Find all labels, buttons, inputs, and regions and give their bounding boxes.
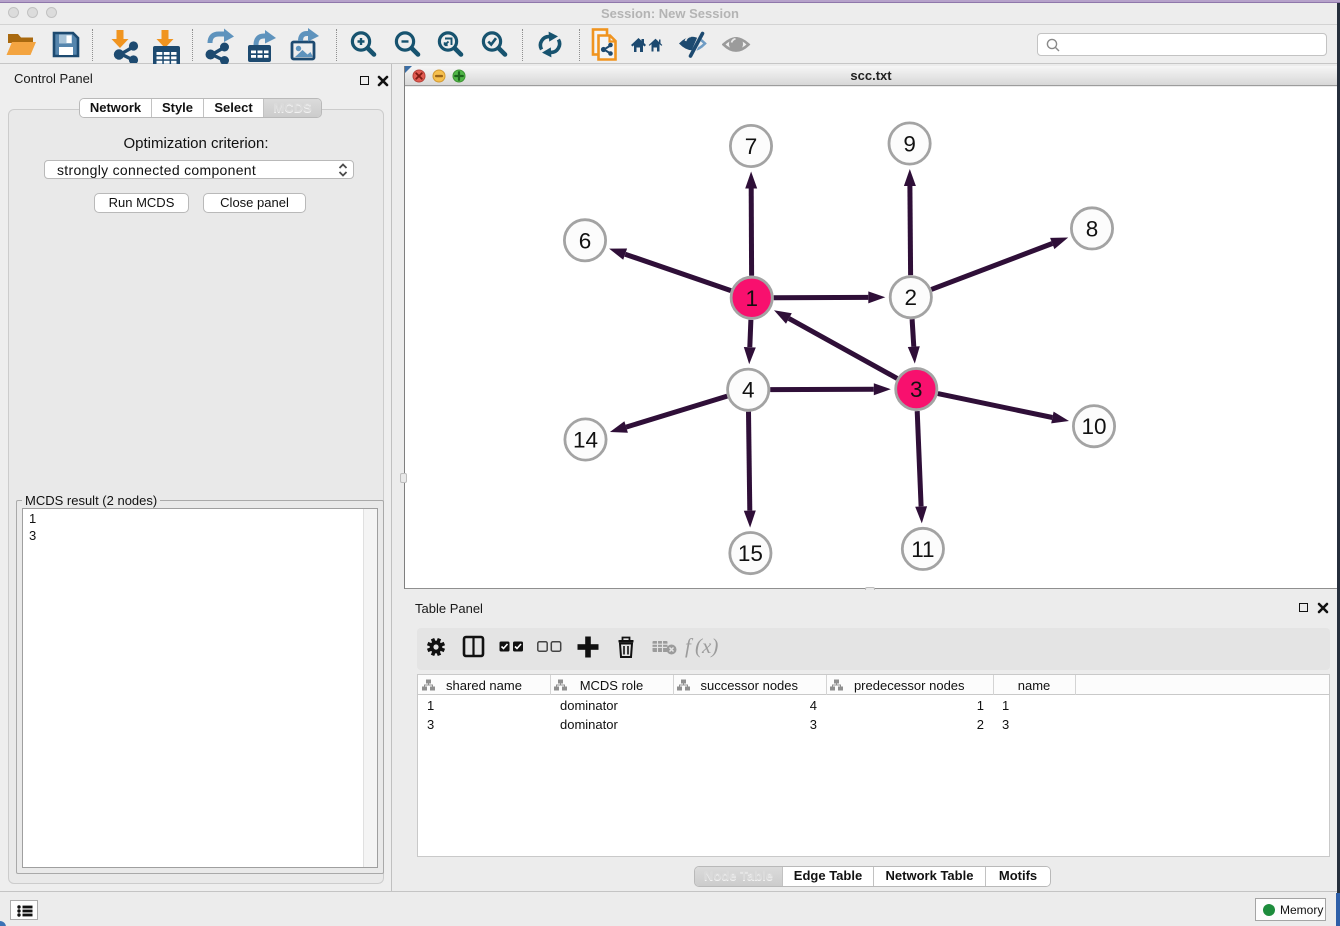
svg-text:7: 7 <box>745 134 758 159</box>
svg-text:14: 14 <box>573 428 598 453</box>
svg-text:1: 1 <box>745 286 758 311</box>
svg-text:15: 15 <box>738 541 763 566</box>
svg-text:8: 8 <box>1086 216 1099 241</box>
svg-text:11: 11 <box>911 537 934 562</box>
svg-text:6: 6 <box>579 228 592 253</box>
svg-text:4: 4 <box>742 378 755 403</box>
svg-text:10: 10 <box>1081 414 1106 439</box>
svg-text:9: 9 <box>903 132 916 157</box>
svg-text:2: 2 <box>905 285 918 310</box>
svg-text:3: 3 <box>910 377 923 402</box>
